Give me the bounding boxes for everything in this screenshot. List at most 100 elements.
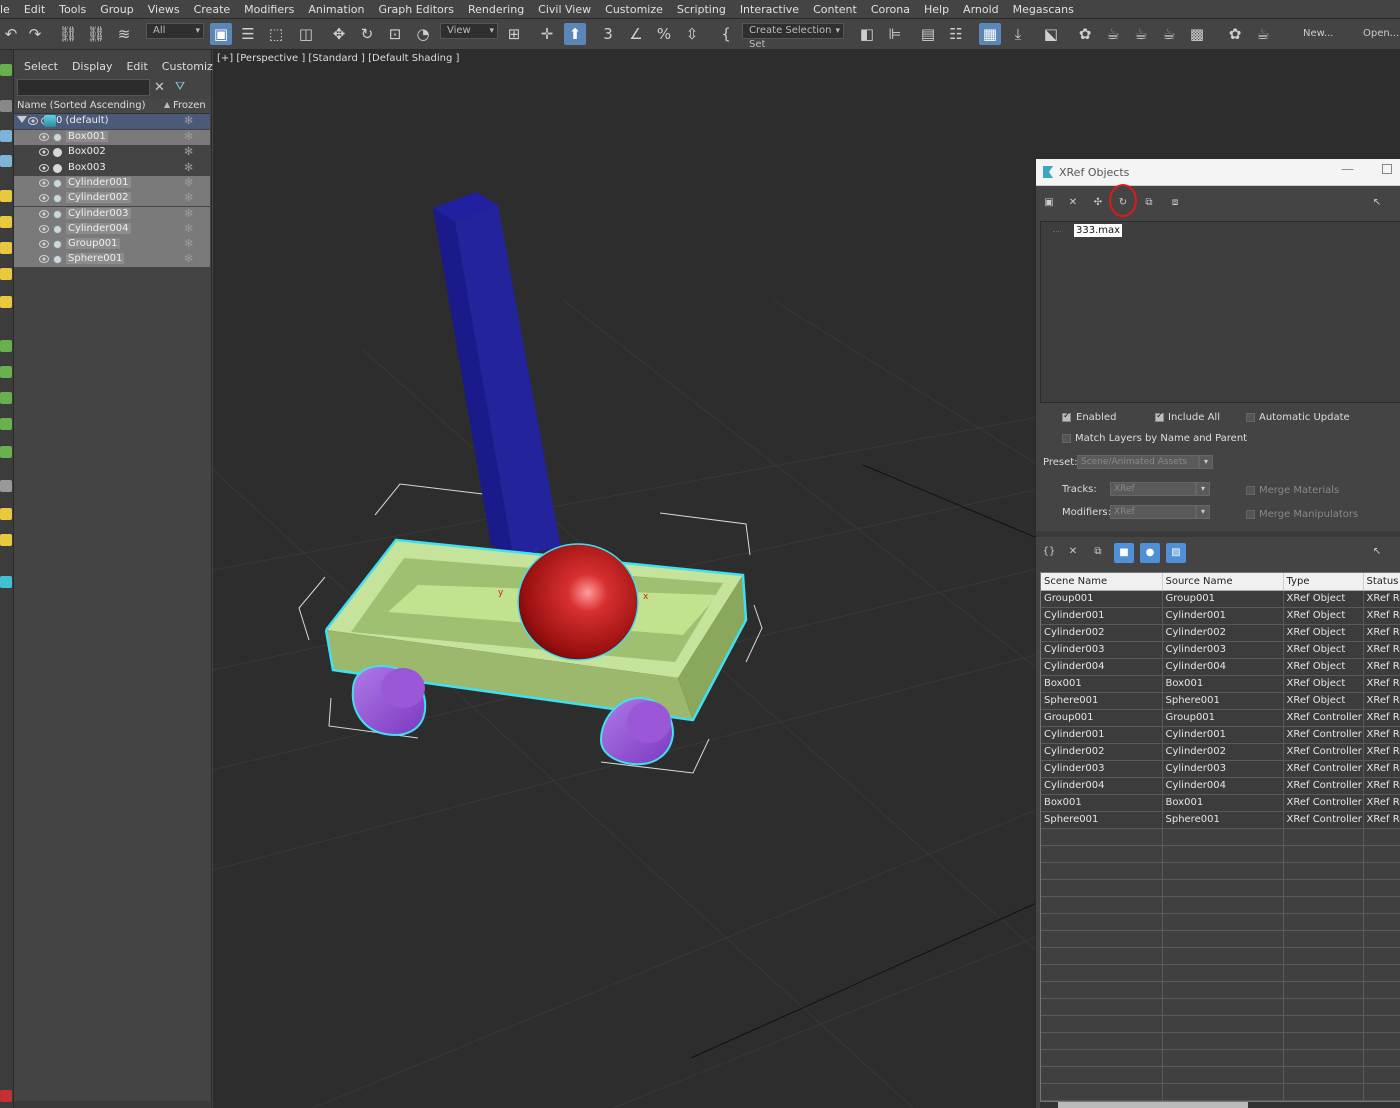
warning-icon[interactable] <box>0 1090 12 1102</box>
minimize-icon[interactable]: — <box>1341 162 1354 177</box>
menu-item[interactable]: Views <box>141 0 187 19</box>
hierarchy-icon[interactable] <box>0 130 12 142</box>
utilities-icon[interactable] <box>0 216 12 228</box>
render-iterative-icon[interactable]: ▩ <box>1186 23 1208 45</box>
table-row[interactable]: Cylinder004 Cylinder004 XRef Controller XRe… <box>1041 777 1400 795</box>
visibility-eye-icon[interactable] <box>28 117 38 125</box>
tracks-dropdown[interactable]: XRef <box>1110 482 1196 496</box>
sphere-object[interactable] <box>517 543 639 661</box>
remove-xref-icon[interactable]: ✕ <box>1066 196 1080 210</box>
selection-set-dropdown[interactable]: Create Selection Set <box>742 23 844 50</box>
chevron-down-icon[interactable]: ▾ <box>1199 455 1213 469</box>
frozen-icon[interactable]: ✻ <box>184 207 193 220</box>
menu-item[interactable]: le <box>0 0 17 19</box>
viewport-label[interactable]: [+] [Perspective ] [Standard ] [Default … <box>217 53 459 64</box>
pivot-center-icon[interactable]: ⊞ <box>503 23 525 45</box>
list-materials-toggle-icon[interactable]: ▨ <box>1166 543 1186 563</box>
spinner-snap-icon[interactable]: ⇳ <box>681 23 703 45</box>
render-cloud-icon[interactable]: ☕ <box>1252 23 1274 45</box>
column-frozen-header[interactable]: Frozen <box>173 100 206 111</box>
light-icon[interactable] <box>0 268 12 280</box>
chevron-down-icon[interactable]: ▾ <box>1196 482 1210 496</box>
explorer-object-row[interactable]: Sphere001 ✻ <box>14 252 210 268</box>
xref-file-item[interactable]: 333.max <box>1074 224 1123 237</box>
frozen-icon[interactable]: ✻ <box>184 145 193 158</box>
percent-snap-icon[interactable]: % <box>653 23 675 45</box>
explorer-menu-item[interactable]: Select <box>24 60 58 73</box>
scrollbar-thumb[interactable] <box>1058 1102 1248 1108</box>
material-editor-icon[interactable]: ✿ <box>1074 23 1096 45</box>
wheel-object-left[interactable] <box>351 665 427 736</box>
table-row[interactable]: Cylinder003 Cylinder003 XRef Controller XRe… <box>1041 760 1400 778</box>
menu-item[interactable]: Rendering <box>461 0 531 19</box>
magnet-icon[interactable] <box>0 576 12 588</box>
menu-item[interactable]: Group <box>93 0 141 19</box>
menu-item[interactable]: Content <box>806 0 864 19</box>
open-button[interactable]: Open... <box>1363 28 1399 39</box>
explorer-object-row[interactable]: Box003 ✻ <box>14 161 210 176</box>
maximize-icon[interactable] <box>1382 164 1392 174</box>
rotate-icon[interactable]: ↻ <box>356 23 378 45</box>
unlink-icon[interactable]: ⛓ <box>85 23 107 45</box>
frozen-icon[interactable]: ✻ <box>184 237 193 250</box>
camera-icon[interactable] <box>0 296 12 308</box>
table-row[interactable]: Cylinder002 Cylinder002 XRef Controller XRe… <box>1041 743 1400 761</box>
loop-icon[interactable] <box>0 534 12 546</box>
menu-item[interactable]: Interactive <box>733 0 806 19</box>
menu-item[interactable]: Civil View <box>531 0 598 19</box>
snaps-toggle-icon[interactable]: 3 <box>597 23 619 45</box>
menu-item[interactable]: Create <box>187 0 238 19</box>
column-header[interactable]: Scene Name <box>1041 573 1163 591</box>
explorer-object-row[interactable]: Cylinder004 ✻ <box>14 221 210 237</box>
frozen-icon[interactable]: ✻ <box>184 191 193 204</box>
merge-in-scene-icon[interactable]: ⧉ <box>1142 196 1156 210</box>
keyboard-shortcut-icon[interactable]: ⬆ <box>564 23 586 45</box>
table-row[interactable]: Cylinder004Cylinder004XRef ObjectXRef Re <box>1041 658 1400 676</box>
shape-icon[interactable] <box>0 242 12 254</box>
column-header[interactable]: Status <box>1363 573 1400 591</box>
menu-item[interactable]: Animation <box>301 0 371 19</box>
select-entity-icon[interactable]: ↖ <box>1370 545 1384 559</box>
list-objects-toggle-icon[interactable]: ■ <box>1114 543 1134 563</box>
window-crossing-icon[interactable]: ◫ <box>295 23 317 45</box>
menu-item[interactable]: Scripting <box>670 0 733 19</box>
add-entities-icon[interactable]: {} <box>1042 545 1056 559</box>
edit-named-sets-icon[interactable]: { <box>715 23 737 45</box>
menu-item[interactable]: Tools <box>52 0 93 19</box>
table-row[interactable]: Cylinder003Cylinder003XRef ObjectXRef Re <box>1041 641 1400 659</box>
render-activeshade-icon[interactable]: ✿ <box>1224 23 1246 45</box>
explorer-object-row[interactable]: Group001 ✻ <box>14 237 210 253</box>
rendered-frame-icon[interactable]: ☕ <box>1130 23 1152 45</box>
bind-spacewarp-icon[interactable]: ≋ <box>113 23 135 45</box>
frozen-icon[interactable]: ✻ <box>184 130 193 143</box>
clear-search-icon[interactable]: ✕ <box>154 80 165 95</box>
select-in-scene-icon[interactable]: ↖ <box>1370 196 1384 210</box>
explorer-search-input[interactable] <box>17 79 150 96</box>
table-row[interactable]: Box001Box001XRef ControllerXRef Re <box>1041 794 1400 812</box>
menu-item[interactable]: Edit <box>17 0 52 19</box>
link-icon[interactable]: ⛓ <box>57 23 79 45</box>
particle-icon[interactable] <box>0 446 12 458</box>
add-objects-icon[interactable]: ✣ <box>1091 196 1105 210</box>
table-row[interactable]: Sphere001Sphere001XRef ControllerXRef Re <box>1041 811 1400 829</box>
render-production-icon[interactable]: ☕ <box>1158 23 1180 45</box>
compound-icon[interactable] <box>0 418 12 430</box>
visibility-eye-icon[interactable] <box>39 133 49 141</box>
frozen-icon[interactable]: ✻ <box>184 222 193 235</box>
enabled-checkbox[interactable] <box>1062 411 1071 422</box>
explorer-menu-item[interactable]: Customize <box>162 60 220 73</box>
dialog-title-bar[interactable]: XRef Objects — <box>1036 159 1400 186</box>
systems-icon[interactable] <box>0 392 12 404</box>
menu-item[interactable]: Corona <box>864 0 917 19</box>
frozen-icon[interactable]: ✻ <box>184 161 193 174</box>
angle-snap-icon[interactable]: ∠ <box>625 23 647 45</box>
undo-icon[interactable]: ↶ <box>0 23 22 45</box>
selection-filter-dropdown[interactable]: All <box>146 23 204 39</box>
merge-manipulators-checkbox[interactable] <box>1246 510 1255 519</box>
match-layers-checkbox[interactable] <box>1062 434 1071 443</box>
modify-icon[interactable] <box>0 100 12 112</box>
table-row[interactable]: Sphere001Sphere001XRef ObjectXRef Re <box>1041 692 1400 710</box>
automatic-update-checkbox[interactable] <box>1246 413 1255 422</box>
expand-collapse-icon[interactable] <box>17 116 27 123</box>
visibility-eye-icon[interactable] <box>39 224 49 233</box>
